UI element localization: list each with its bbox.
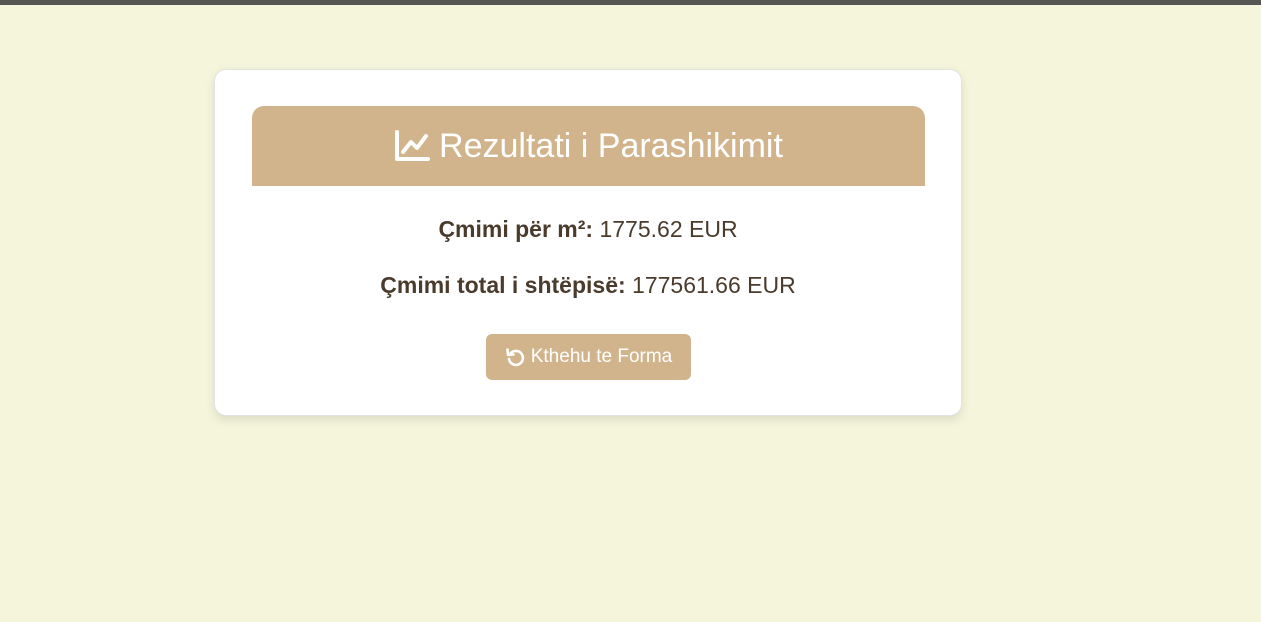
top-bar: [0, 0, 1261, 5]
chart-line-icon: [394, 130, 431, 162]
total-price-label: Çmimi total i shtëpisë:: [380, 272, 626, 298]
price-per-m2-row: Çmimi për m²: 1775.62 EUR: [215, 216, 961, 243]
result-header: Rezultati i Parashikimit: [252, 106, 925, 186]
total-price-row: Çmimi total i shtëpisë: 177561.66 EUR: [215, 272, 961, 299]
back-to-form-label: Kthehu te Forma: [530, 346, 673, 367]
price-per-m2-value: 1775.62 EUR: [599, 216, 738, 242]
price-per-m2-label: Çmimi për m²:: [438, 216, 594, 242]
result-title: Rezultati i Parashikimit: [439, 127, 783, 165]
undo-icon: [505, 347, 525, 367]
result-card: Rezultati i Parashikimit Çmimi për m²: 1…: [214, 69, 962, 416]
total-price-value: 177561.66 EUR: [632, 272, 796, 298]
back-to-form-button[interactable]: Kthehu te Forma: [486, 334, 691, 380]
